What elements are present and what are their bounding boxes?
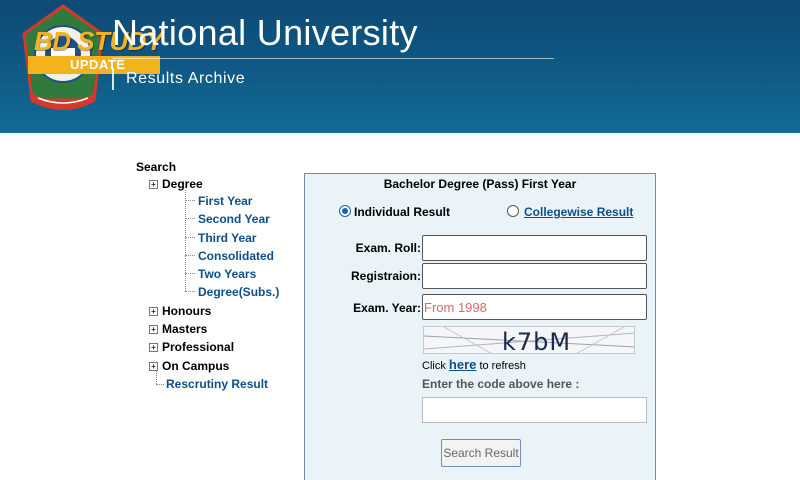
header-accent-bar xyxy=(112,68,114,90)
tree-node-honours[interactable]: + Honours xyxy=(149,304,212,318)
tree-connector xyxy=(185,190,186,291)
tree-node-professional[interactable]: + Professional xyxy=(149,340,235,354)
tree-connector xyxy=(185,218,195,219)
tree-connector xyxy=(156,370,157,384)
tree-item-consolidated[interactable]: Consolidated xyxy=(198,249,274,263)
tree-root-search: Search xyxy=(136,160,177,174)
refresh-captcha-link[interactable]: here xyxy=(449,357,476,372)
tree-connector xyxy=(185,200,195,201)
collegewise-result-radio[interactable] xyxy=(507,205,519,217)
refresh-suffix: to refresh xyxy=(479,360,526,372)
search-result-button[interactable]: Search Result xyxy=(441,439,521,467)
tree-connector xyxy=(185,237,195,238)
expand-icon[interactable]: + xyxy=(149,342,158,352)
tree-item-degree-subs[interactable]: Degree(Subs.) xyxy=(198,285,279,299)
form-title: Bachelor Degree (Pass) First Year xyxy=(383,177,577,191)
exam-year-label: Exam. Year: xyxy=(353,301,421,315)
header-divider xyxy=(112,58,554,59)
tree-connector xyxy=(156,384,164,385)
expand-icon[interactable]: + xyxy=(149,306,158,316)
tree-node-label: Masters xyxy=(162,322,208,336)
tree-connector xyxy=(185,291,195,292)
individual-result-label[interactable]: Individual Result xyxy=(354,205,450,219)
result-search-form: Bachelor Degree (Pass) First Year Indivi… xyxy=(304,173,656,480)
exam-roll-label: Exam. Roll: xyxy=(355,241,421,255)
site-title: National University xyxy=(112,12,418,53)
exam-year-input[interactable]: From 1998 xyxy=(422,294,647,320)
refresh-prefix: Click xyxy=(422,360,446,372)
tree-node-label: Professional xyxy=(162,340,235,354)
tree-item-second-year[interactable]: Second Year xyxy=(198,212,270,226)
site-header: BD STUDY UPDATE National University Resu… xyxy=(0,0,800,133)
tree-connector xyxy=(185,273,195,274)
tree-node-label: Honours xyxy=(162,304,212,318)
captcha-text: k7bM xyxy=(502,328,572,354)
rescrutiny-result-link[interactable]: Rescrutiny Result xyxy=(166,377,268,391)
registration-label: Registraion: xyxy=(350,269,421,283)
page: BD STUDY UPDATE National University Resu… xyxy=(0,0,800,480)
exam-roll-input[interactable] xyxy=(422,235,647,261)
tree-item-two-years[interactable]: Two Years xyxy=(198,267,256,281)
tree-node-label: Degree xyxy=(162,177,203,191)
tree-node-degree[interactable]: + Degree xyxy=(149,177,203,191)
tree-node-on-campus[interactable]: + On Campus xyxy=(149,359,230,373)
individual-result-radio[interactable] xyxy=(339,205,351,217)
tree-item-first-year[interactable]: First Year xyxy=(198,194,252,208)
captcha-image: k7bM xyxy=(423,326,635,354)
expand-icon[interactable]: + xyxy=(149,324,158,334)
tree-connector xyxy=(185,255,195,256)
registration-input[interactable] xyxy=(422,263,647,289)
collegewise-result-link[interactable]: Collegewise Result xyxy=(524,205,633,219)
tree-node-label: On Campus xyxy=(162,359,230,373)
tree-item-third-year[interactable]: Third Year xyxy=(198,231,256,245)
site-subtitle: Results Archive xyxy=(126,70,246,87)
expand-icon[interactable]: + xyxy=(149,179,158,189)
captcha-code-input[interactable] xyxy=(422,397,647,423)
tree-node-masters[interactable]: + Masters xyxy=(149,322,208,336)
captcha-code-label: Enter the code above here : xyxy=(422,377,580,391)
refresh-hint: Click here to refresh xyxy=(422,357,526,372)
